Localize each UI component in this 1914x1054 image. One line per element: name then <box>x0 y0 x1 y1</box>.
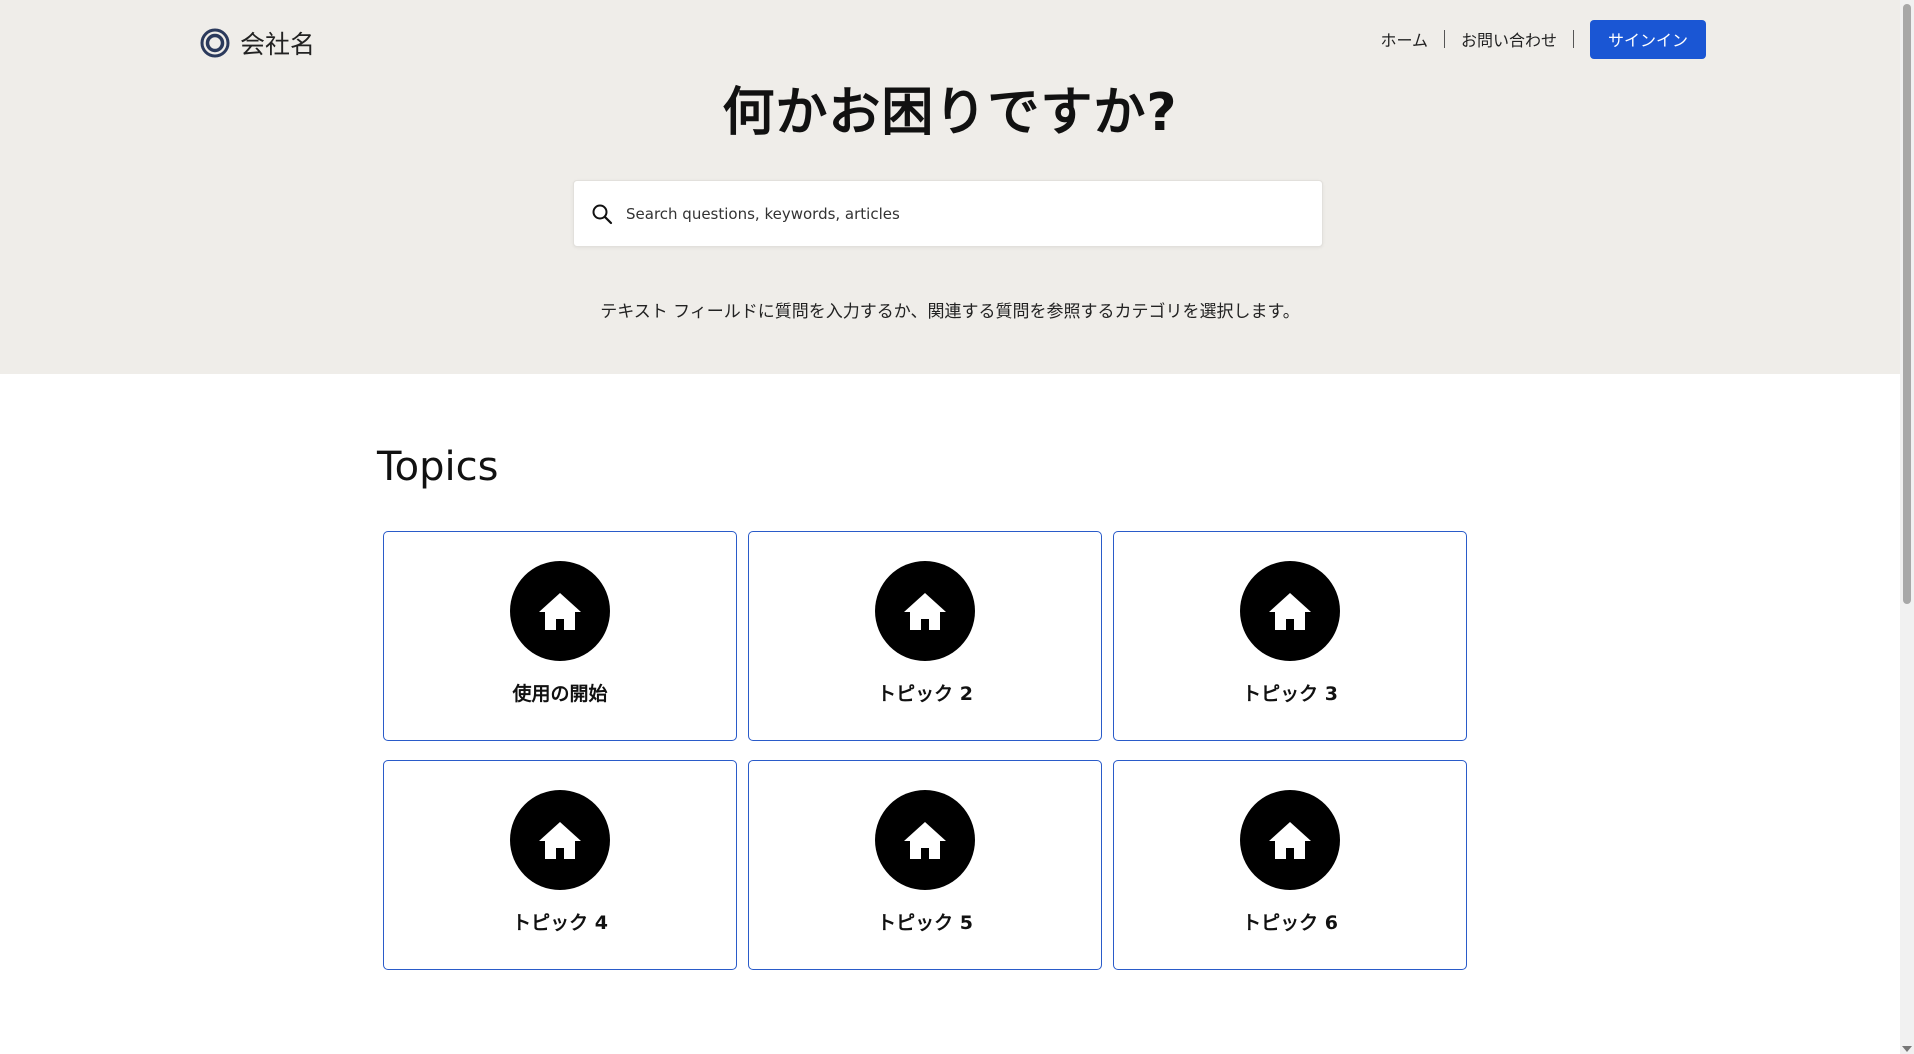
page: 会社名 ホーム お問い合わせ サインイン 何かお困りですか? テキスト フィール… <box>0 0 1900 1054</box>
home-icon <box>904 593 946 630</box>
search-description: テキスト フィールドに質問を入力するか、関連する質問を参照するカテゴリを選択しま… <box>600 302 1300 322</box>
topic-icon-circle <box>875 561 975 661</box>
home-icon <box>539 593 581 630</box>
signin-button[interactable]: サインイン <box>1589 19 1706 59</box>
topic-icon-circle <box>875 790 975 890</box>
nav-contact-link[interactable]: お問い合わせ <box>1461 27 1557 51</box>
topic-label: 使用の開始 <box>512 683 608 705</box>
search-icon <box>592 204 613 224</box>
nav-divider <box>1443 30 1445 48</box>
home-icon <box>539 822 581 859</box>
company-name: 会社名 <box>240 30 316 59</box>
vertical-scrollbar[interactable] <box>1900 0 1914 1054</box>
scrollbar-thumb[interactable] <box>1903 4 1911 604</box>
top-navigation: ホーム お問い合わせ サインイン <box>1380 19 1706 59</box>
topic-card[interactable]: トピック 6 <box>1113 760 1467 970</box>
scroll-down-arrow-icon[interactable] <box>1902 1046 1912 1052</box>
topic-card[interactable]: 使用の開始 <box>383 531 737 741</box>
home-icon <box>904 822 946 859</box>
nav-home-link[interactable]: ホーム <box>1380 27 1428 51</box>
topic-label: トピック 5 <box>877 912 973 934</box>
nav-divider <box>1572 30 1574 48</box>
topic-icon-circle <box>1240 561 1340 661</box>
home-icon <box>1269 593 1311 630</box>
topic-icon-circle <box>510 790 610 890</box>
topic-label: トピック 4 <box>512 912 608 934</box>
brand[interactable]: 会社名 <box>200 26 315 60</box>
search-input[interactable] <box>624 181 1322 246</box>
topic-card[interactable]: トピック 3 <box>1113 531 1467 741</box>
topic-card[interactable]: トピック 4 <box>383 760 737 970</box>
topic-icon-circle <box>1240 790 1340 890</box>
topic-card[interactable]: トピック 2 <box>748 531 1102 741</box>
topic-label: トピック 2 <box>877 683 973 705</box>
topic-card[interactable]: トピック 5 <box>748 760 1102 970</box>
topics-grid: 使用の開始 トピック 2 トピック 3 トピック 4 トピック 5 トピック 6 <box>383 531 1468 970</box>
search-box[interactable] <box>573 180 1323 247</box>
topic-icon-circle <box>510 561 610 661</box>
company-logo-icon <box>200 28 230 58</box>
topic-label: トピック 6 <box>1242 912 1338 934</box>
topics-heading: Topics <box>377 444 499 490</box>
page-title: 何かお困りですか? <box>722 83 1178 143</box>
topic-label: トピック 3 <box>1242 683 1338 705</box>
home-icon <box>1269 822 1311 859</box>
hero-section: 会社名 ホーム お問い合わせ サインイン 何かお困りですか? テキスト フィール… <box>0 0 1900 374</box>
